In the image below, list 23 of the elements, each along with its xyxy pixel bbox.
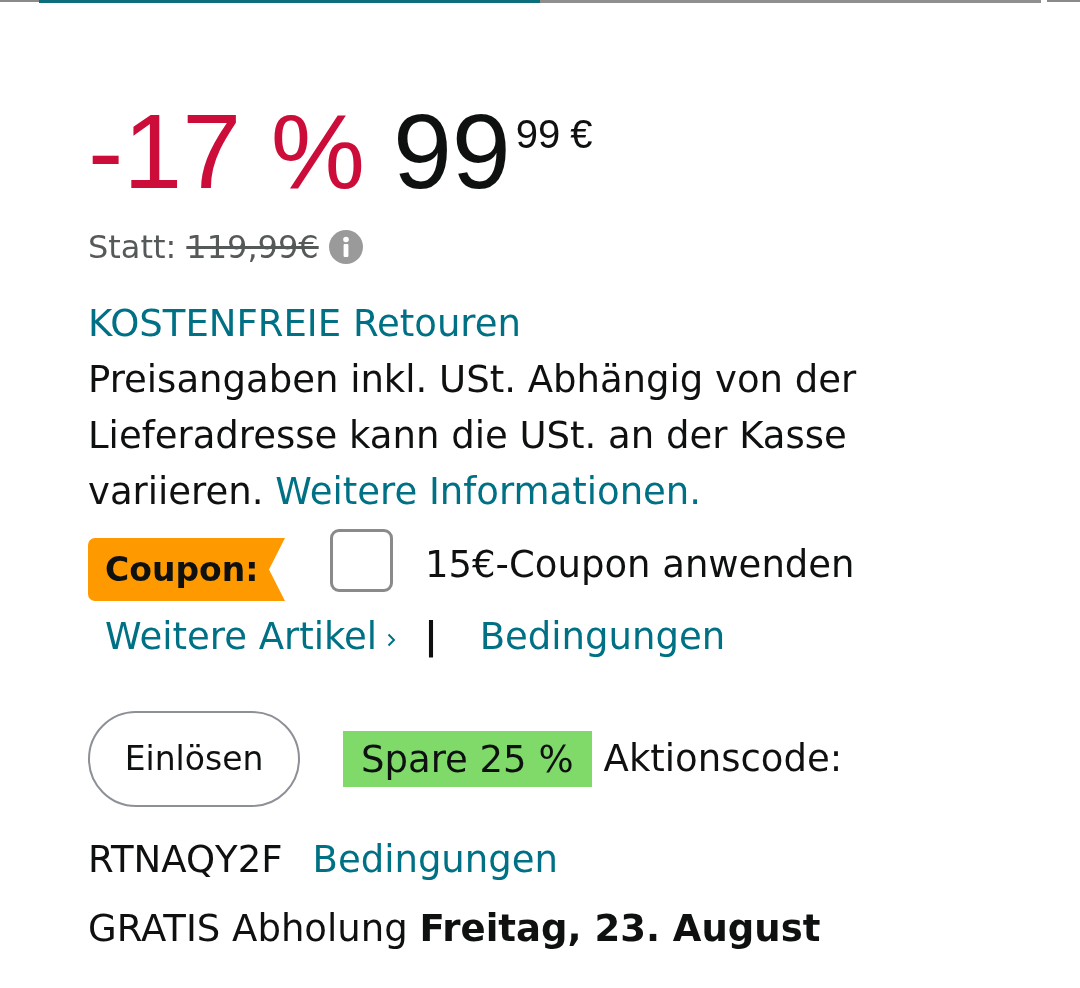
price-whole: 99 <box>392 98 511 204</box>
promo-code: RTNAQY2F <box>88 837 283 883</box>
list-price-value: 119,99€ <box>186 227 319 267</box>
info-icon[interactable] <box>328 230 363 264</box>
price-fraction: 99 <box>515 114 561 154</box>
coupon-terms-link[interactable]: Bedingungen <box>479 612 726 662</box>
promo-terms-link[interactable]: Bedingungen <box>312 835 558 885</box>
coupon-label: 15€-Coupon anwenden <box>425 543 855 587</box>
more-info-link[interactable]: Weitere Informationen. <box>275 470 702 513</box>
savings-badge: Spare 25 % <box>343 731 592 787</box>
more-items-link[interactable]: Weitere Artikel <box>105 612 397 662</box>
list-price-label: Statt: <box>88 227 177 267</box>
tax-note: Preisangaben inkl. USt. Abhängig von der Lieferadresse kann die USt. an der Kasse variieren. Weitere Informationen. <box>88 357 858 515</box>
coupon-checkbox[interactable] <box>330 529 393 592</box>
free-returns-link[interactable]: KOSTENFREIE Retouren <box>88 302 521 345</box>
redeem-button[interactable]: Einlösen <box>88 711 300 807</box>
link-separator: | <box>424 614 438 660</box>
price-currency: € <box>570 114 593 154</box>
delivery-info: GRATIS Abholung Freitag, 23. August <box>88 907 821 950</box>
coupon-badge: Coupon: <box>88 538 285 601</box>
chevron-right-icon <box>387 633 397 647</box>
discount-percent: -17 % <box>88 98 365 204</box>
promo-code-label: Aktionscode: <box>603 736 843 783</box>
